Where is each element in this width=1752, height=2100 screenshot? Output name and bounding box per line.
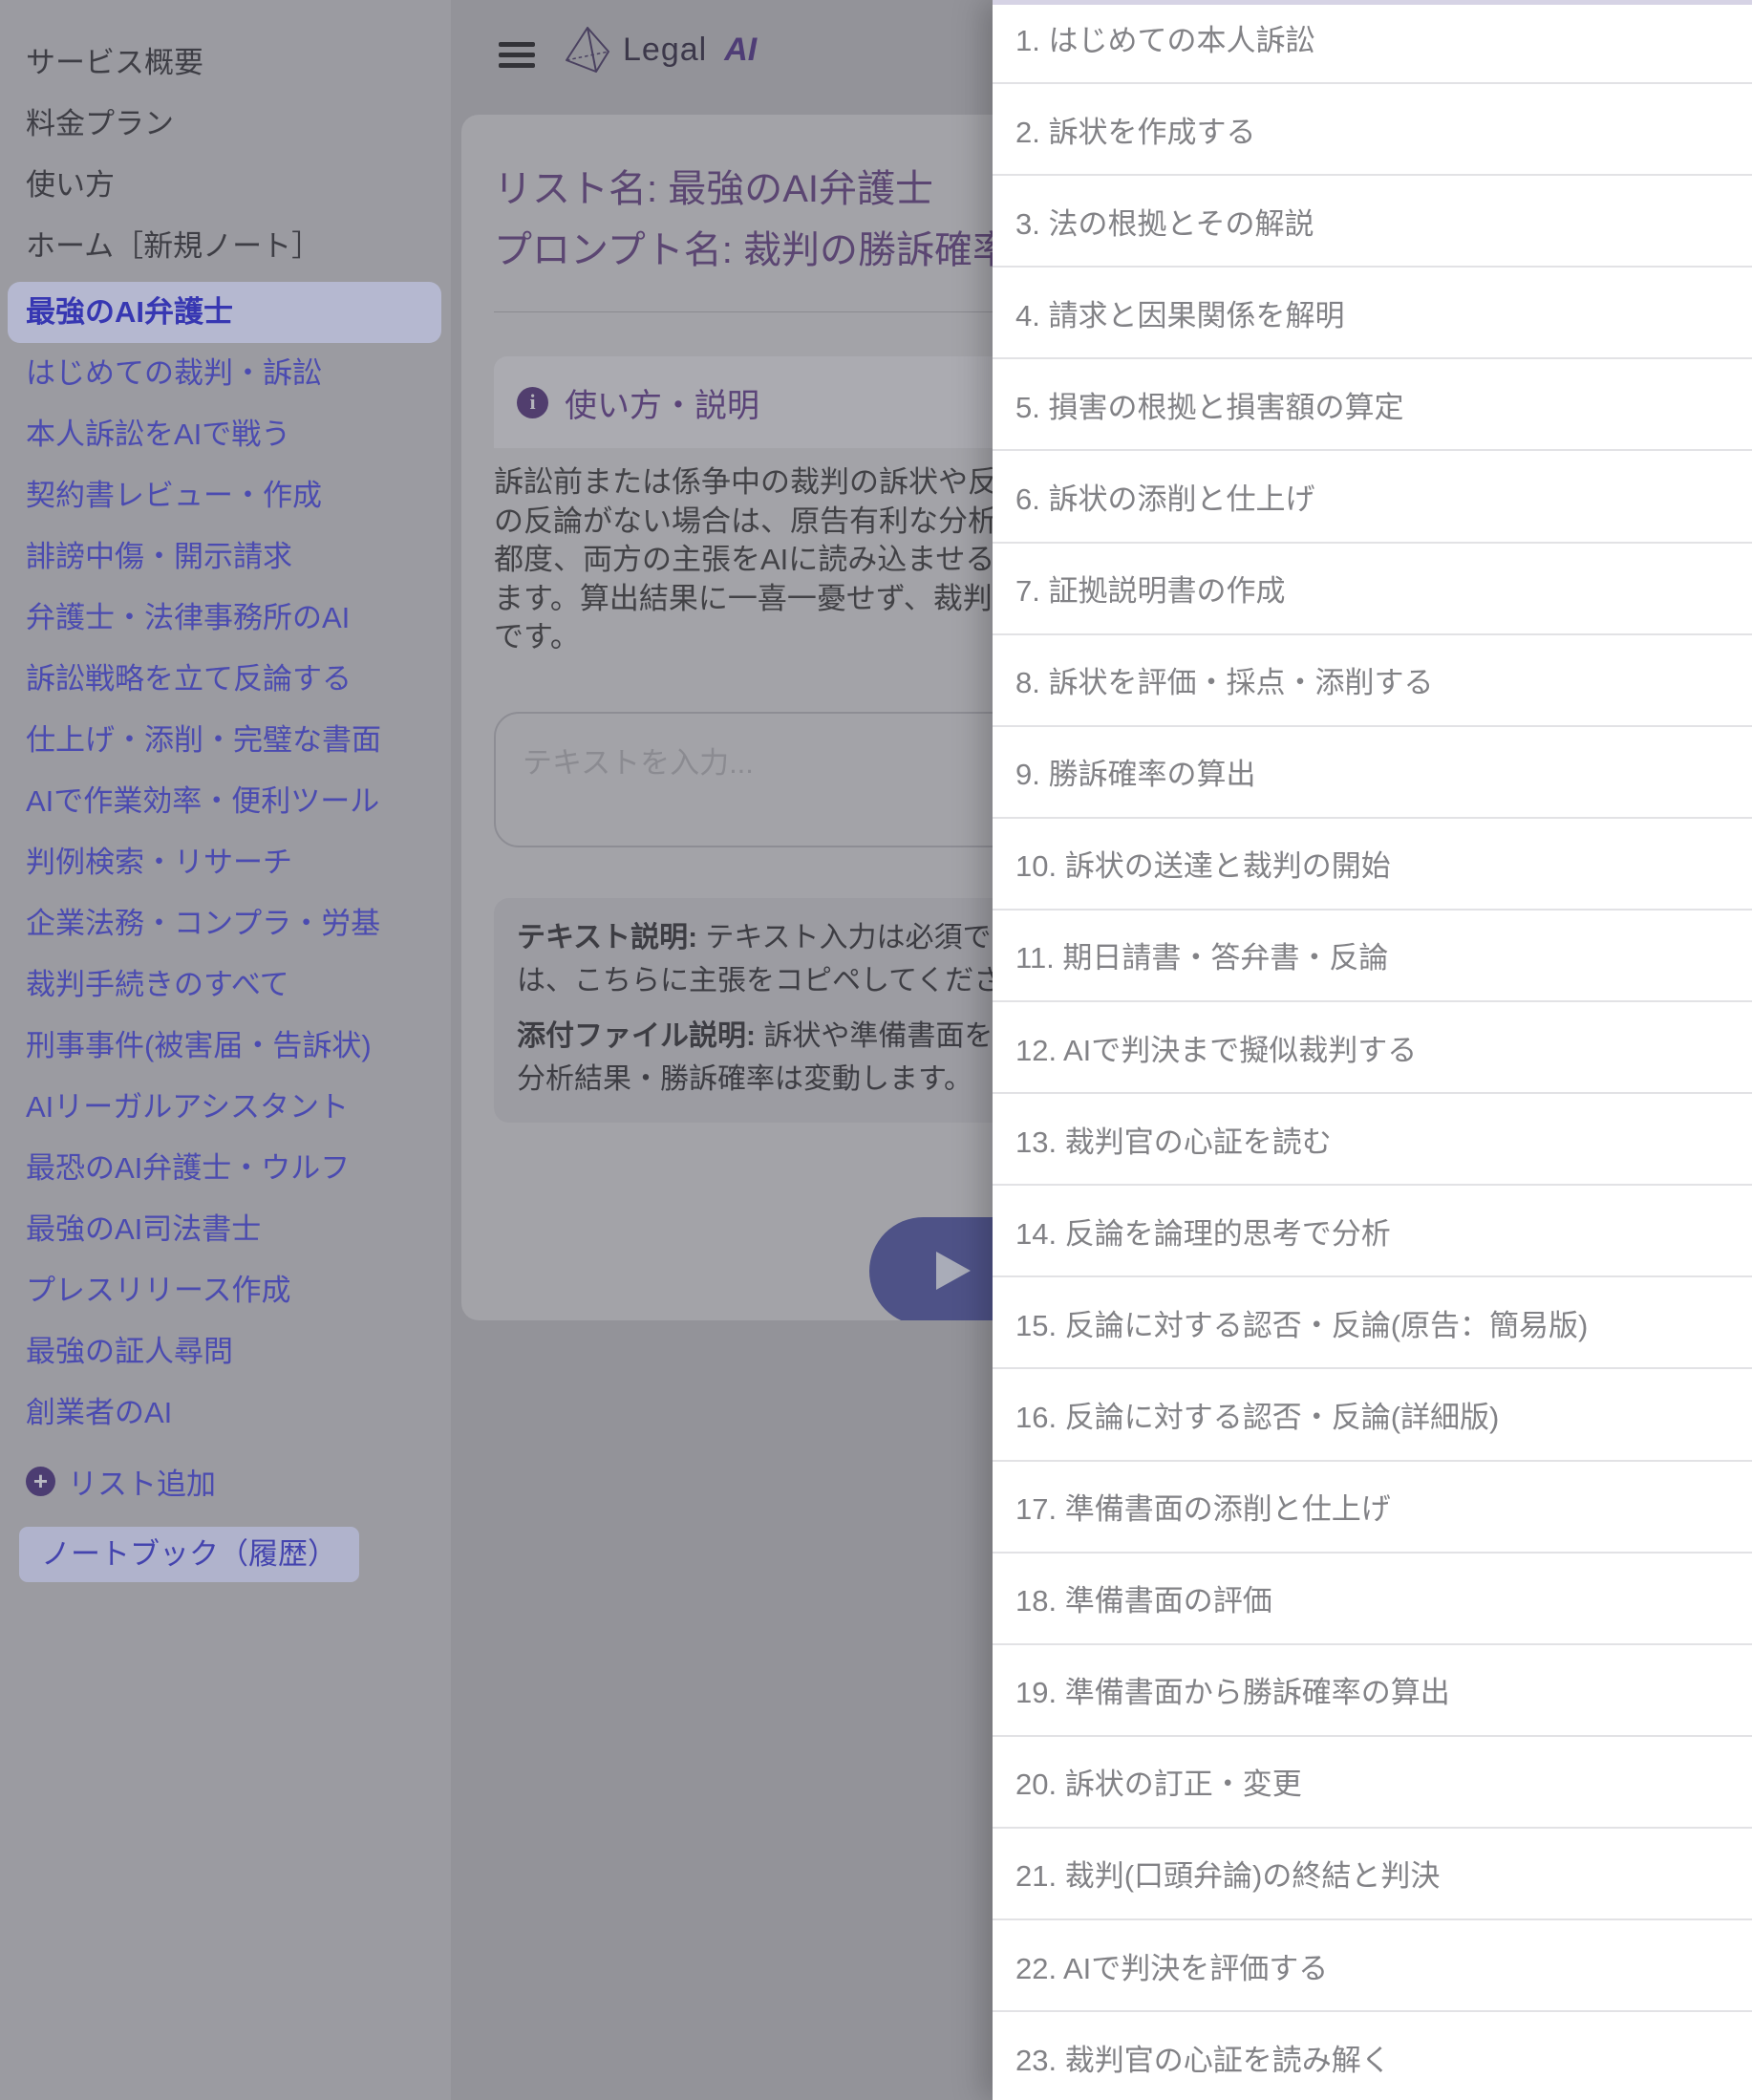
plus-circle-icon: +	[26, 1467, 55, 1496]
hamburger-menu-icon[interactable]	[499, 42, 535, 73]
logo-wordmark: Legal	[623, 32, 707, 69]
prompt-list-item-8[interactable]: 8. 訴状を評価・採点・添削する	[993, 635, 1752, 727]
prompt-list-item-11[interactable]: 11. 期日請書・答弁書・反論	[993, 911, 1752, 1002]
sidebar-item[interactable]: はじめての裁判・訴訟	[0, 343, 451, 404]
usage-info-title: 使い方・説明	[565, 379, 759, 426]
sidebar-item[interactable]: AIで作業効率・便利ツール	[0, 771, 451, 832]
prompt-list-item-18[interactable]: 18. 準備書面の評価	[993, 1554, 1752, 1645]
sidebar-list-nav: 最強のAI弁護士はじめての裁判・訴訟本人訴訟をAIで戦う契約書レビュー・作成誹謗…	[0, 282, 451, 1444]
prompt-list-panel: 1. はじめての本人訴訟2. 訴状を作成する3. 法の根拠とその解説4. 請求と…	[993, 0, 1752, 2100]
prompt-list-item-3[interactable]: 3. 法の根拠とその解説	[993, 176, 1752, 268]
sidebar-item[interactable]: 最恐のAI弁護士・ウルフ	[0, 1138, 451, 1199]
prompt-list-item-1[interactable]: 1. はじめての本人訴訟	[993, 0, 1752, 84]
sidebar-item[interactable]: 最強のAI司法書士	[0, 1199, 451, 1260]
sidebar-item[interactable]: 誹謗中傷・開示請求	[0, 526, 451, 588]
logo-ai-wordmark: AI	[724, 32, 757, 69]
prompt-list-item-23[interactable]: 23. 裁判官の心証を読み解く	[993, 2012, 1752, 2100]
sidebar-item[interactable]: プレスリリース作成	[0, 1260, 451, 1321]
sidebar-item[interactable]: 仕上げ・添削・完璧な書面	[0, 710, 451, 771]
prompt-list-item-14[interactable]: 14. 反論を論理的思考で分析	[993, 1186, 1752, 1277]
prompt-list-item-10[interactable]: 10. 訴状の送達と裁判の開始	[993, 819, 1752, 911]
prompt-list-item-4[interactable]: 4. 請求と因果関係を解明	[993, 268, 1752, 359]
sidebar-item[interactable]: サービス概要	[0, 32, 451, 94]
prompt-list-item-20[interactable]: 20. 訴状の訂正・変更	[993, 1737, 1752, 1829]
sidebar-item[interactable]: 最強の証人尋問	[0, 1321, 451, 1382]
sidebar-item[interactable]: 創業者のAI	[0, 1382, 451, 1444]
prompt-list-item-13[interactable]: 13. 裁判官の心証を読む	[993, 1094, 1752, 1186]
note-label: 添付ファイル説明:	[517, 1020, 756, 1052]
prompt-list-item-19[interactable]: 19. 準備書面から勝訴確率の算出	[993, 1645, 1752, 1737]
prompt-list-item-2[interactable]: 2. 訴状を作成する	[993, 84, 1752, 176]
sidebar-item[interactable]: 企業法務・コンプラ・労基	[0, 893, 451, 954]
prompt-list-rows: 1. はじめての本人訴訟2. 訴状を作成する3. 法の根拠とその解説4. 請求と…	[993, 0, 1752, 2100]
sidebar-item[interactable]: AIリーガルアシスタント	[0, 1077, 451, 1138]
panel-top-edge	[993, 0, 1752, 5]
prompt-list-item-5[interactable]: 5. 損害の根拠と損害額の算定	[993, 359, 1752, 451]
add-list-button[interactable]: + リスト追加	[0, 1450, 451, 1511]
note-label: テキスト説明:	[517, 922, 697, 954]
prompt-list-item-21[interactable]: 21. 裁判(口頭弁論)の終結と判決	[993, 1829, 1752, 1920]
sidebar-item[interactable]: 弁護士・法律事務所のAI	[0, 588, 451, 649]
sidebar-item[interactable]: 判例検索・リサーチ	[0, 832, 451, 893]
prompt-list-item-9[interactable]: 9. 勝訴確率の算出	[993, 727, 1752, 819]
play-icon	[936, 1252, 971, 1290]
sidebar-item[interactable]: 刑事事件(被害届・告訴状)	[0, 1016, 451, 1077]
sidebar-item[interactable]: 契約書レビュー・作成	[0, 465, 451, 526]
sidebar-item[interactable]: 裁判手続きのすべて	[0, 954, 451, 1016]
prompt-list-item-6[interactable]: 6. 訴状の添削と仕上げ	[993, 451, 1752, 543]
app-logo[interactable]: Legal AI	[564, 25, 757, 75]
sidebar: サービス概要料金プラン使い方ホーム［新規ノート］ 最強のAI弁護士はじめての裁判…	[0, 0, 451, 2100]
sidebar-item[interactable]: 料金プラン	[0, 94, 451, 155]
sidebar-top-nav: サービス概要料金プラン使い方ホーム［新規ノート］	[0, 32, 451, 277]
app-root: サービス概要料金プラン使い方ホーム［新規ノート］ 最強のAI弁護士はじめての裁判…	[0, 0, 1752, 2100]
sidebar-item-active[interactable]: 最強のAI弁護士	[8, 282, 441, 343]
prompt-list-item-15[interactable]: 15. 反論に対する認否・反論(原告：簡易版)	[993, 1277, 1752, 1369]
notebook-history-button[interactable]: ノートブック（履歴）	[19, 1527, 359, 1582]
sidebar-item[interactable]: 使い方	[0, 155, 451, 216]
sidebar-item[interactable]: 本人訴訟をAIで戦う	[0, 404, 451, 465]
tetrahedron-logo-icon	[564, 25, 611, 75]
sidebar-item[interactable]: ホーム［新規ノート］	[0, 216, 451, 277]
add-list-label: リスト追加	[68, 1460, 216, 1503]
prompt-list-item-17[interactable]: 17. 準備書面の添削と仕上げ	[993, 1462, 1752, 1554]
prompt-list-item-12[interactable]: 12. AIで判決まで擬似裁判する	[993, 1002, 1752, 1094]
prompt-list-item-7[interactable]: 7. 証拠説明書の作成	[993, 544, 1752, 635]
prompt-list-item-16[interactable]: 16. 反論に対する認否・反論(詳細版)	[993, 1369, 1752, 1461]
info-icon: i	[517, 387, 548, 418]
prompt-list-item-22[interactable]: 22. AIで判決を評価する	[993, 1920, 1752, 2012]
sidebar-item[interactable]: 訴訟戦略を立て反論する	[0, 649, 451, 710]
